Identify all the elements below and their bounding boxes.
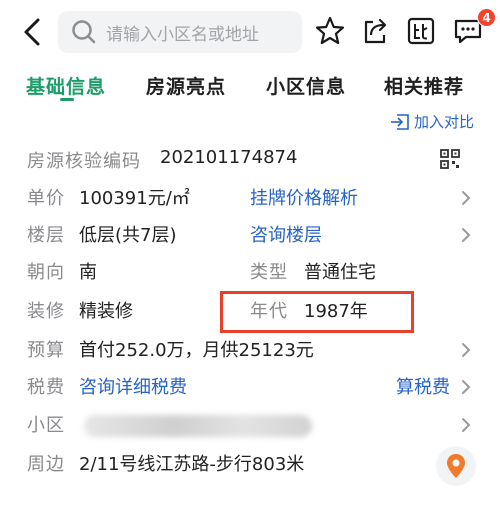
row-community: 小区	[0, 411, 500, 441]
type-value: 普通住宅	[304, 262, 376, 283]
floor-label: 楼层	[27, 225, 65, 246]
row-facing-type: 朝向 南 类型 普通住宅	[0, 258, 500, 288]
tab-basic-info[interactable]: 基础信息	[26, 72, 106, 99]
verify-code-label: 房源核验编码	[27, 151, 141, 172]
type-label: 类型	[250, 262, 288, 283]
search-icon	[72, 20, 96, 44]
budget-value: 首付252.0万，月供25123元	[79, 340, 314, 361]
back-icon[interactable]	[18, 16, 46, 48]
floor-value: 低层(共7层)	[79, 225, 177, 246]
tab-recommendations[interactable]: 相关推荐	[384, 72, 464, 99]
tab-bar: 基础信息 房源亮点 小区信息 相关推荐	[0, 72, 500, 108]
price-analysis-link[interactable]: 挂牌价格解析	[250, 184, 358, 210]
nearby-value: 2/11号线江苏路-步行803米	[79, 454, 305, 475]
floor-consult-link[interactable]: 咨询楼层	[250, 221, 322, 247]
chevron-right-icon[interactable]	[460, 377, 472, 397]
tax-label: 税费	[27, 377, 65, 398]
tax-consult-link[interactable]: 咨询详细税费	[79, 373, 187, 399]
compare-icon[interactable]	[405, 15, 437, 47]
share-icon[interactable]	[359, 15, 391, 47]
notification-badge: 4	[477, 8, 496, 27]
chevron-right-icon[interactable]	[460, 188, 472, 208]
facing-label: 朝向	[27, 262, 65, 283]
active-tab-indicator	[60, 98, 74, 101]
search-placeholder: 请输入小区名或地址	[106, 24, 259, 45]
decoration-label: 装修	[27, 301, 65, 322]
year-highlight-box	[220, 291, 414, 333]
qr-code-icon[interactable]	[440, 149, 460, 169]
tab-community-info[interactable]: 小区信息	[266, 72, 346, 99]
row-verify-code: 房源核验编码 202101174874	[0, 147, 500, 177]
unit-price-value: 100391元/㎡	[79, 188, 190, 209]
add-compare-icon	[391, 113, 409, 130]
decoration-value: 精装修	[79, 301, 133, 322]
top-bar: 请输入小区名或地址 4	[0, 0, 500, 62]
row-budget: 预算 首付252.0万，月供25123元	[0, 336, 500, 366]
community-name-blurred	[84, 415, 312, 437]
chevron-right-icon[interactable]	[460, 225, 472, 245]
chevron-right-icon[interactable]	[460, 340, 472, 360]
add-compare-label: 加入对比	[414, 113, 475, 131]
tab-highlights[interactable]: 房源亮点	[146, 72, 226, 99]
nearby-label: 周边	[27, 454, 65, 475]
row-tax: 税费 咨询详细税费 算税费	[0, 373, 500, 403]
row-nearby: 周边 2/11号线江苏路-步行803米	[0, 446, 500, 486]
add-compare-button[interactable]: 加入对比	[390, 111, 474, 132]
community-label: 小区	[27, 415, 65, 436]
row-floor: 楼层 低层(共7层) 咨询楼层	[0, 221, 500, 251]
tax-calculator-link[interactable]: 算税费	[396, 373, 450, 399]
row-unit-price: 单价 100391元/㎡ 挂牌价格解析	[0, 184, 500, 214]
chevron-right-icon[interactable]	[460, 415, 472, 435]
star-icon[interactable]	[314, 15, 346, 47]
budget-label: 预算	[27, 340, 65, 361]
facing-value: 南	[79, 262, 97, 283]
verify-code-value: 202101174874	[160, 147, 298, 168]
map-button[interactable]	[436, 446, 476, 486]
unit-price-label: 单价	[27, 188, 65, 209]
search-input[interactable]: 请输入小区名或地址	[58, 11, 302, 53]
location-pin-icon	[447, 454, 465, 478]
